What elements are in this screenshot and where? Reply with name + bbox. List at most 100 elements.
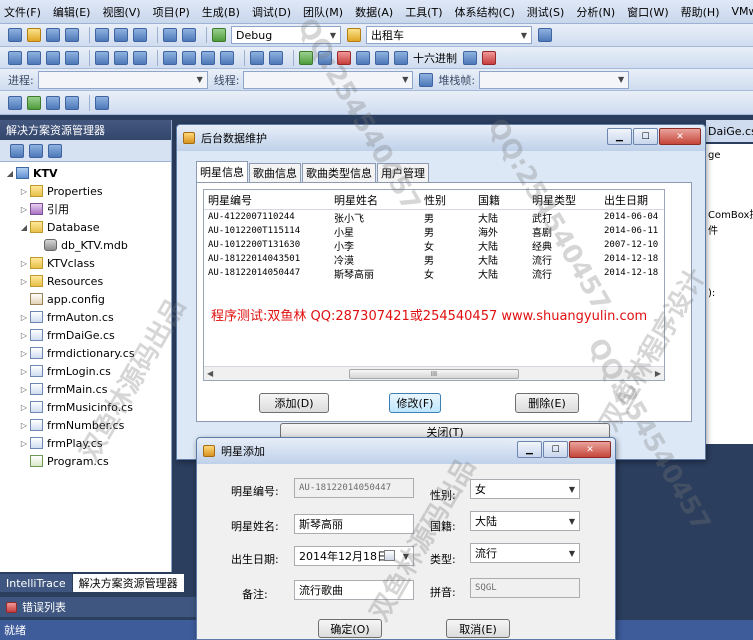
table-row[interactable]: AU-18122014043501 冷漠 男 大陆 流行 2014-12-18 — [204, 252, 664, 267]
star-name-field[interactable]: 斯琴高丽 — [294, 514, 414, 534]
menu-item[interactable]: 生成(B) — [202, 4, 240, 20]
window-titlebar[interactable]: 明星添加 ▁ ☐ ✕ — [197, 438, 615, 464]
view-designer-icon[interactable] — [65, 95, 79, 110]
save-all-icon[interactable] — [65, 28, 79, 42]
tree-item[interactable]: ▷ KTVclass — [0, 254, 171, 272]
expander-icon[interactable]: ▷ — [18, 421, 30, 430]
menu-item[interactable]: 编辑(E) — [53, 4, 91, 20]
align-lefts-icon[interactable] — [8, 50, 22, 65]
thread-select[interactable]: ▼ — [243, 70, 414, 89]
tree-item[interactable]: ◢ Database — [0, 218, 171, 236]
tab-user-management[interactable]: 用户管理 — [377, 163, 429, 182]
country-select[interactable]: 大陆 ▼ — [470, 511, 580, 531]
tab-solution-explorer[interactable]: 解决方案资源管理器 — [72, 574, 185, 592]
continue-icon[interactable] — [299, 50, 313, 65]
menu-item[interactable]: 工具(T) — [405, 4, 442, 20]
paste-icon[interactable] — [133, 28, 147, 42]
expander-icon[interactable]: ▷ — [18, 205, 30, 214]
menu-item[interactable]: 项目(P) — [153, 4, 190, 20]
break-all-icon[interactable] — [318, 50, 332, 65]
cancel-button[interactable]: 取消(E) — [446, 619, 510, 638]
table-row[interactable]: AU-1012200T115114 小星 男 海外 喜剧 2014-06-11 — [204, 224, 664, 239]
birth-date-picker[interactable]: 2014年12月18日 ▼ — [294, 546, 414, 566]
menu-item[interactable]: 视图(V) — [102, 4, 140, 20]
redo-icon[interactable] — [182, 28, 196, 42]
expander-icon[interactable]: ▷ — [18, 385, 30, 394]
align-rights-icon[interactable] — [46, 50, 60, 65]
format-icon[interactable] — [8, 95, 22, 110]
tab-star-info[interactable]: 明星信息 — [196, 161, 248, 182]
tab-order-icon[interactable] — [95, 95, 109, 110]
center-horizontally-icon[interactable] — [201, 50, 215, 65]
calendar-icon[interactable] — [384, 550, 395, 561]
align-centers-icon[interactable] — [27, 50, 41, 65]
make-same-height-icon[interactable] — [114, 50, 128, 65]
menu-item[interactable]: 窗口(W) — [627, 4, 668, 20]
find-combo[interactable]: 出租车 ▼ — [366, 26, 532, 44]
copy-icon[interactable] — [114, 28, 128, 42]
maximize-button[interactable]: ☐ — [633, 128, 658, 145]
process-select[interactable]: ▼ — [37, 70, 208, 89]
tree-item[interactable]: db_KTV.mdb — [0, 236, 171, 254]
menu-item[interactable]: VMware — [731, 5, 753, 18]
close-window-button[interactable]: ✕ — [659, 128, 701, 145]
send-to-back-icon[interactable] — [269, 50, 283, 65]
expander-icon[interactable]: ▷ — [18, 277, 30, 286]
tree-item[interactable]: ▷ frmPlay.cs — [0, 434, 171, 452]
column-header[interactable]: 国籍 — [474, 192, 528, 208]
tab-song-type-info[interactable]: 歌曲类型信息 — [302, 163, 376, 182]
add-button[interactable]: 添加(D) — [259, 393, 329, 413]
tree-item[interactable]: ▷ frmMusicinfo.cs — [0, 398, 171, 416]
tree-item[interactable]: ▷ 引用 — [0, 200, 171, 218]
stop-debugging-icon[interactable] — [337, 50, 351, 65]
menu-item[interactable]: 团队(M) — [303, 4, 343, 20]
expander-icon[interactable]: ▷ — [18, 349, 30, 358]
tree-item[interactable]: Program.cs — [0, 452, 171, 470]
solution-explorer-icon[interactable] — [538, 28, 552, 42]
menu-item[interactable]: 调试(D) — [252, 4, 291, 20]
horizontal-scrollbar[interactable]: ◀ III ▶ — [204, 366, 664, 380]
expander-icon[interactable]: ▷ — [18, 331, 30, 340]
step-over-icon[interactable] — [375, 50, 389, 65]
menu-item[interactable]: 帮助(H) — [681, 4, 720, 20]
scroll-thumb[interactable]: III — [349, 368, 519, 379]
start-debug-icon[interactable] — [212, 28, 226, 42]
expander-icon[interactable]: ▷ — [18, 259, 30, 268]
solution-config-select[interactable]: Debug ▼ — [231, 26, 341, 44]
menu-item[interactable]: 分析(N) — [576, 4, 615, 20]
view-code-icon[interactable] — [46, 95, 60, 110]
menu-item[interactable]: 测试(S) — [527, 4, 565, 20]
delete-button[interactable]: 删除(E) — [515, 393, 579, 413]
refresh-icon[interactable] — [48, 143, 62, 158]
expander-icon[interactable]: ▷ — [18, 313, 30, 322]
minimize-button[interactable]: ▁ — [607, 128, 632, 145]
menu-item[interactable]: 数据(A) — [355, 4, 393, 20]
table-row[interactable]: AU-1012200T131630 小李 女 大陆 经典 2007-12-10 — [204, 238, 664, 253]
close-window-button[interactable]: ✕ — [569, 441, 611, 458]
toggle-flag-icon[interactable] — [419, 72, 434, 87]
tree-item[interactable]: ▷ Properties — [0, 182, 171, 200]
tab-song-info[interactable]: 歌曲信息 — [249, 163, 301, 182]
error-list-tab[interactable]: 错误列表 — [0, 597, 200, 617]
tab-intellitrace[interactable]: IntelliTrace — [0, 574, 73, 592]
new-project-icon[interactable] — [8, 28, 22, 42]
align-tops-icon[interactable] — [65, 50, 79, 65]
scroll-right-icon[interactable]: ▶ — [655, 369, 661, 378]
cut-icon[interactable] — [95, 28, 109, 42]
expander-icon[interactable]: ▷ — [18, 403, 30, 412]
table-row[interactable]: AU-4122007110244 张小飞 男 大陆 武打 2014-06-04 — [204, 210, 664, 225]
minimize-button[interactable]: ▁ — [517, 441, 542, 458]
breakpoints-icon[interactable] — [463, 50, 477, 65]
step-into-icon[interactable] — [356, 50, 370, 65]
run-icon[interactable] — [27, 95, 41, 110]
menu-item[interactable]: 体系结构(C) — [455, 4, 515, 20]
chevron-down-icon[interactable]: ▼ — [403, 552, 409, 561]
gender-select[interactable]: 女 ▼ — [470, 479, 580, 499]
tree-item[interactable]: ▷ frmDaiGe.cs — [0, 326, 171, 344]
confirm-button[interactable]: 确定(O) — [318, 619, 382, 638]
tree-item[interactable]: ▷ frmNumber.cs — [0, 416, 171, 434]
expander-icon[interactable]: ▷ — [18, 187, 30, 196]
edit-button[interactable]: 修改(F) — [389, 393, 441, 413]
expander-icon[interactable]: ◢ — [18, 223, 30, 232]
stack-frame-select[interactable]: ▼ — [479, 70, 630, 89]
